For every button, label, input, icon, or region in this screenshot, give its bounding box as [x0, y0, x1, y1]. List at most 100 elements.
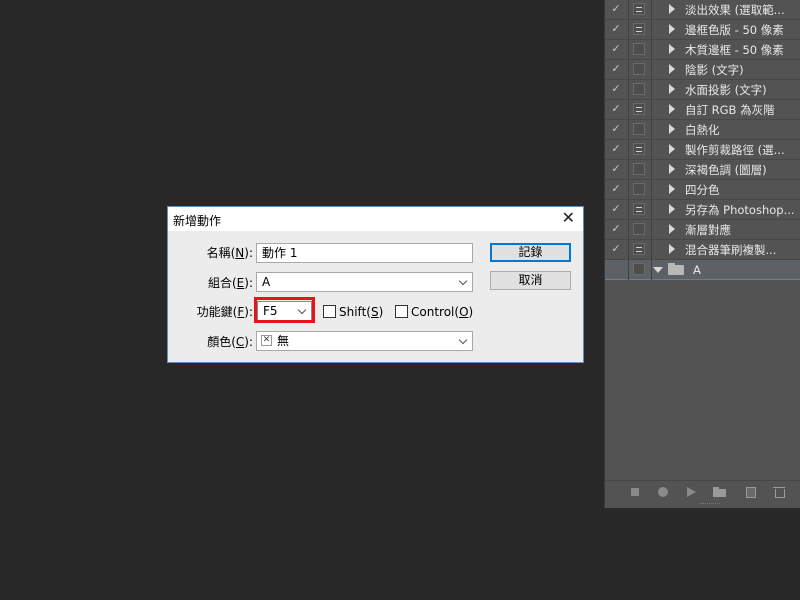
collapsed-triangle-icon[interactable]: [669, 164, 675, 174]
name-input[interactable]: 動作 1: [256, 243, 473, 263]
column-divider: [651, 60, 652, 80]
function-key-highlight: [254, 297, 315, 323]
expanded-triangle-icon[interactable]: [653, 267, 663, 273]
dialog-toggle-icon[interactable]: [633, 123, 645, 135]
column-divider: [651, 160, 652, 180]
collapsed-triangle-icon[interactable]: [669, 84, 675, 94]
trash-icon[interactable]: [773, 486, 785, 498]
check-icon[interactable]: ✓: [609, 22, 623, 36]
dialog-toggle-icon[interactable]: [633, 103, 645, 115]
dialog-toggle-icon[interactable]: [633, 223, 645, 235]
action-row[interactable]: ✓ 另存為 Photoshop...: [605, 200, 800, 220]
dialog-toggle-icon[interactable]: [633, 263, 645, 275]
close-icon[interactable]: ✕: [562, 209, 575, 227]
dialog-toggle-icon[interactable]: [633, 183, 645, 195]
action-row[interactable]: ✓ 木質邊框 - 50 像素: [605, 40, 800, 60]
check-icon[interactable]: ✓: [609, 182, 623, 196]
action-row[interactable]: ✓ 水面投影 (文字): [605, 80, 800, 100]
collapsed-triangle-icon[interactable]: [669, 144, 675, 154]
dialog-toggle-icon[interactable]: [633, 203, 645, 215]
action-set-row[interactable]: A: [605, 260, 800, 280]
collapsed-triangle-icon[interactable]: [669, 244, 675, 254]
dialog-toggle-icon[interactable]: [633, 23, 645, 35]
check-icon[interactable]: [609, 262, 623, 276]
control-checkbox[interactable]: [395, 305, 408, 318]
action-row[interactable]: ✓ 白熱化: [605, 120, 800, 140]
column-divider: [651, 20, 652, 40]
actions-panel: ✓ 淡出效果 (選取範... ✓ 邊框色版 - 50 像素 ✓ 木質邊框 - 50 像素 ✓…: [604, 0, 800, 508]
shift-checkbox[interactable]: [323, 305, 336, 318]
column-divider: [651, 140, 652, 160]
check-icon[interactable]: ✓: [609, 42, 623, 56]
dialog-toggle-icon[interactable]: [633, 3, 645, 15]
collapsed-triangle-icon[interactable]: [669, 224, 675, 234]
color-select[interactable]: ✕ 無: [256, 331, 473, 351]
action-row[interactable]: ✓ 混合器筆刷複製...: [605, 240, 800, 260]
collapsed-triangle-icon[interactable]: [669, 184, 675, 194]
folder-icon: [668, 263, 684, 275]
cancel-button[interactable]: 取消: [490, 271, 571, 290]
check-icon[interactable]: ✓: [609, 162, 623, 176]
action-row[interactable]: ✓ 製作剪裁路徑 (選...: [605, 140, 800, 160]
check-icon[interactable]: ✓: [609, 102, 623, 116]
chevron-down-icon: [458, 276, 468, 286]
action-row[interactable]: ✓ 淡出效果 (選取範...: [605, 0, 800, 20]
dialog-toggle-icon[interactable]: [633, 143, 645, 155]
column-divider: [628, 200, 629, 220]
action-row[interactable]: ✓ 漸層對應: [605, 220, 800, 240]
action-set-label: A: [693, 263, 701, 277]
actions-panel-toolbar: [605, 480, 800, 503]
dialog-toggle-icon[interactable]: [633, 63, 645, 75]
set-select-value: A: [262, 275, 271, 289]
action-row[interactable]: ✓ 自訂 RGB 為灰階: [605, 100, 800, 120]
check-icon[interactable]: ✓: [609, 82, 623, 96]
set-select[interactable]: A: [256, 272, 473, 292]
shift-label[interactable]: Shift(S): [339, 305, 383, 319]
check-icon[interactable]: ✓: [609, 62, 623, 76]
control-label[interactable]: Control(O): [411, 305, 473, 319]
check-icon[interactable]: ✓: [609, 122, 623, 136]
collapsed-triangle-icon[interactable]: [669, 104, 675, 114]
check-icon[interactable]: ✓: [609, 242, 623, 256]
collapsed-triangle-icon[interactable]: [669, 24, 675, 34]
collapsed-triangle-icon[interactable]: [669, 4, 675, 14]
check-icon[interactable]: ✓: [609, 2, 623, 16]
check-icon[interactable]: ✓: [609, 222, 623, 236]
panel-resize-grip[interactable]: [700, 503, 720, 507]
action-label: 陰影 (文字): [685, 63, 744, 77]
column-divider: [651, 180, 652, 200]
action-row[interactable]: ✓ 四分色: [605, 180, 800, 200]
column-divider: [628, 260, 629, 280]
play-icon[interactable]: [685, 486, 697, 498]
action-row[interactable]: ✓ 邊框色版 - 50 像素: [605, 20, 800, 40]
column-divider: [628, 100, 629, 120]
action-label: 邊框色版 - 50 像素: [685, 23, 784, 37]
collapsed-triangle-icon[interactable]: [669, 64, 675, 74]
column-divider: [651, 220, 652, 240]
dialog-titlebar[interactable]: 新增動作 ✕: [168, 207, 583, 231]
check-icon[interactable]: ✓: [609, 142, 623, 156]
dialog-toggle-icon[interactable]: [633, 163, 645, 175]
collapsed-triangle-icon[interactable]: [669, 44, 675, 54]
column-divider: [628, 120, 629, 140]
check-icon[interactable]: ✓: [609, 202, 623, 216]
action-row[interactable]: ✓ 陰影 (文字): [605, 60, 800, 80]
action-label: 製作剪裁路徑 (選...: [685, 143, 785, 157]
function-key-label: 功能鍵(F):: [196, 305, 253, 319]
action-row[interactable]: ✓ 深褐色調 (圖層): [605, 160, 800, 180]
column-divider: [651, 200, 652, 220]
collapsed-triangle-icon[interactable]: [669, 204, 675, 214]
record-icon[interactable]: [657, 486, 669, 498]
set-label: 組合(E):: [207, 276, 253, 290]
dialog-toggle-icon[interactable]: [633, 243, 645, 255]
column-divider: [628, 80, 629, 100]
new-action-icon[interactable]: [745, 486, 757, 498]
column-divider: [628, 60, 629, 80]
new-set-folder-icon[interactable]: [713, 486, 726, 498]
collapsed-triangle-icon[interactable]: [669, 124, 675, 134]
dialog-toggle-icon[interactable]: [633, 83, 645, 95]
record-button[interactable]: 記錄: [490, 243, 571, 262]
action-label: 自訂 RGB 為灰階: [685, 103, 775, 117]
stop-icon[interactable]: [629, 486, 641, 498]
dialog-toggle-icon[interactable]: [633, 43, 645, 55]
